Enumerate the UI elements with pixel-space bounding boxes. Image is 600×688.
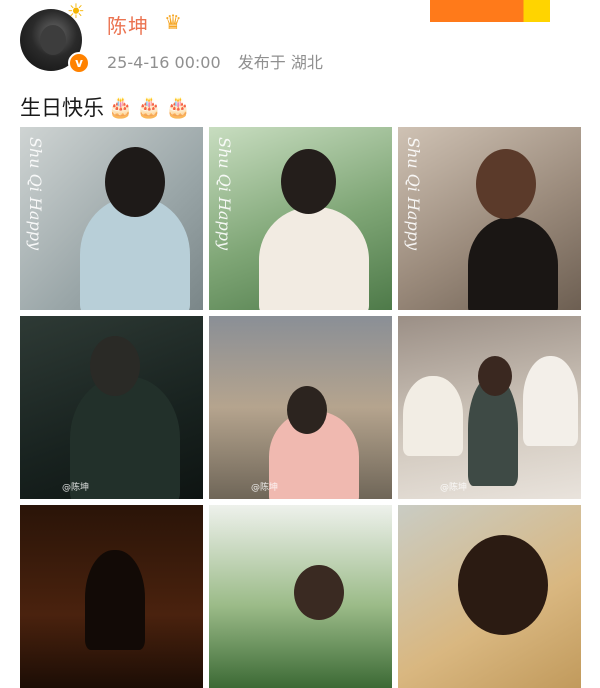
photo-7[interactable]: [20, 505, 203, 688]
photo-2-head: [281, 149, 336, 214]
photo-5-watermark: @陈坤: [251, 483, 279, 493]
avatar-face: [40, 25, 66, 55]
photo-3[interactable]: Shu Qi Happy: [398, 127, 581, 310]
photo-9-head: [458, 535, 548, 635]
photo-4-head: [90, 336, 140, 396]
post-text-content: 生日快乐: [20, 96, 104, 120]
post-header: ☀ v 陈坤 ♛ 25-4-16 00:00 发布于 湖北: [0, 0, 600, 82]
photo-4[interactable]: @陈坤: [20, 316, 203, 499]
photo-1-head: [105, 147, 165, 217]
photo-8-head: [294, 565, 344, 620]
cake-emoji-1: 🎂: [108, 95, 133, 119]
photo-6[interactable]: @陈坤: [398, 316, 581, 499]
photo-6-bear: [523, 356, 578, 446]
photo-3-overlay: Shu Qi Happy: [404, 137, 423, 250]
cake-emoji-2: 🎂: [136, 95, 162, 119]
photo-9[interactable]: [398, 505, 581, 688]
follow-button[interactable]: [430, 0, 550, 22]
sun-icon: ☀: [67, 0, 85, 23]
photo-2-figure: [259, 207, 369, 310]
photo-1[interactable]: Shu Qi Happy: [20, 127, 203, 310]
crown-icon[interactable]: ♛: [164, 10, 190, 34]
photo-8[interactable]: [209, 505, 392, 688]
post-timestamp: 25-4-16 00:00: [107, 53, 221, 72]
photo-7-figure: [85, 550, 145, 650]
cake-emoji-3: 🎂: [165, 95, 191, 119]
post-location: 发布于 湖北: [237, 53, 323, 72]
photo-5-head: [287, 386, 327, 434]
photo-3-head: [476, 149, 536, 219]
photo-6-chicken: [403, 376, 463, 456]
photo-4-watermark: @陈坤: [62, 483, 90, 493]
photo-5[interactable]: @陈坤: [209, 316, 392, 499]
post-text: 生日快乐 🎂 🎂 🎂: [20, 92, 191, 122]
photo-6-watermark: @陈坤: [440, 483, 468, 493]
post-meta: 25-4-16 00:00 发布于 湖北: [107, 49, 335, 73]
photo-1-overlay: Shu Qi Happy: [26, 137, 45, 250]
photo-2-overlay: Shu Qi Happy: [215, 137, 234, 250]
photo-3-figure: [468, 217, 558, 310]
username[interactable]: 陈坤: [107, 10, 149, 39]
photo-6-head: [478, 356, 512, 396]
verified-icon: v: [68, 52, 90, 74]
photo-2[interactable]: Shu Qi Happy: [209, 127, 392, 310]
